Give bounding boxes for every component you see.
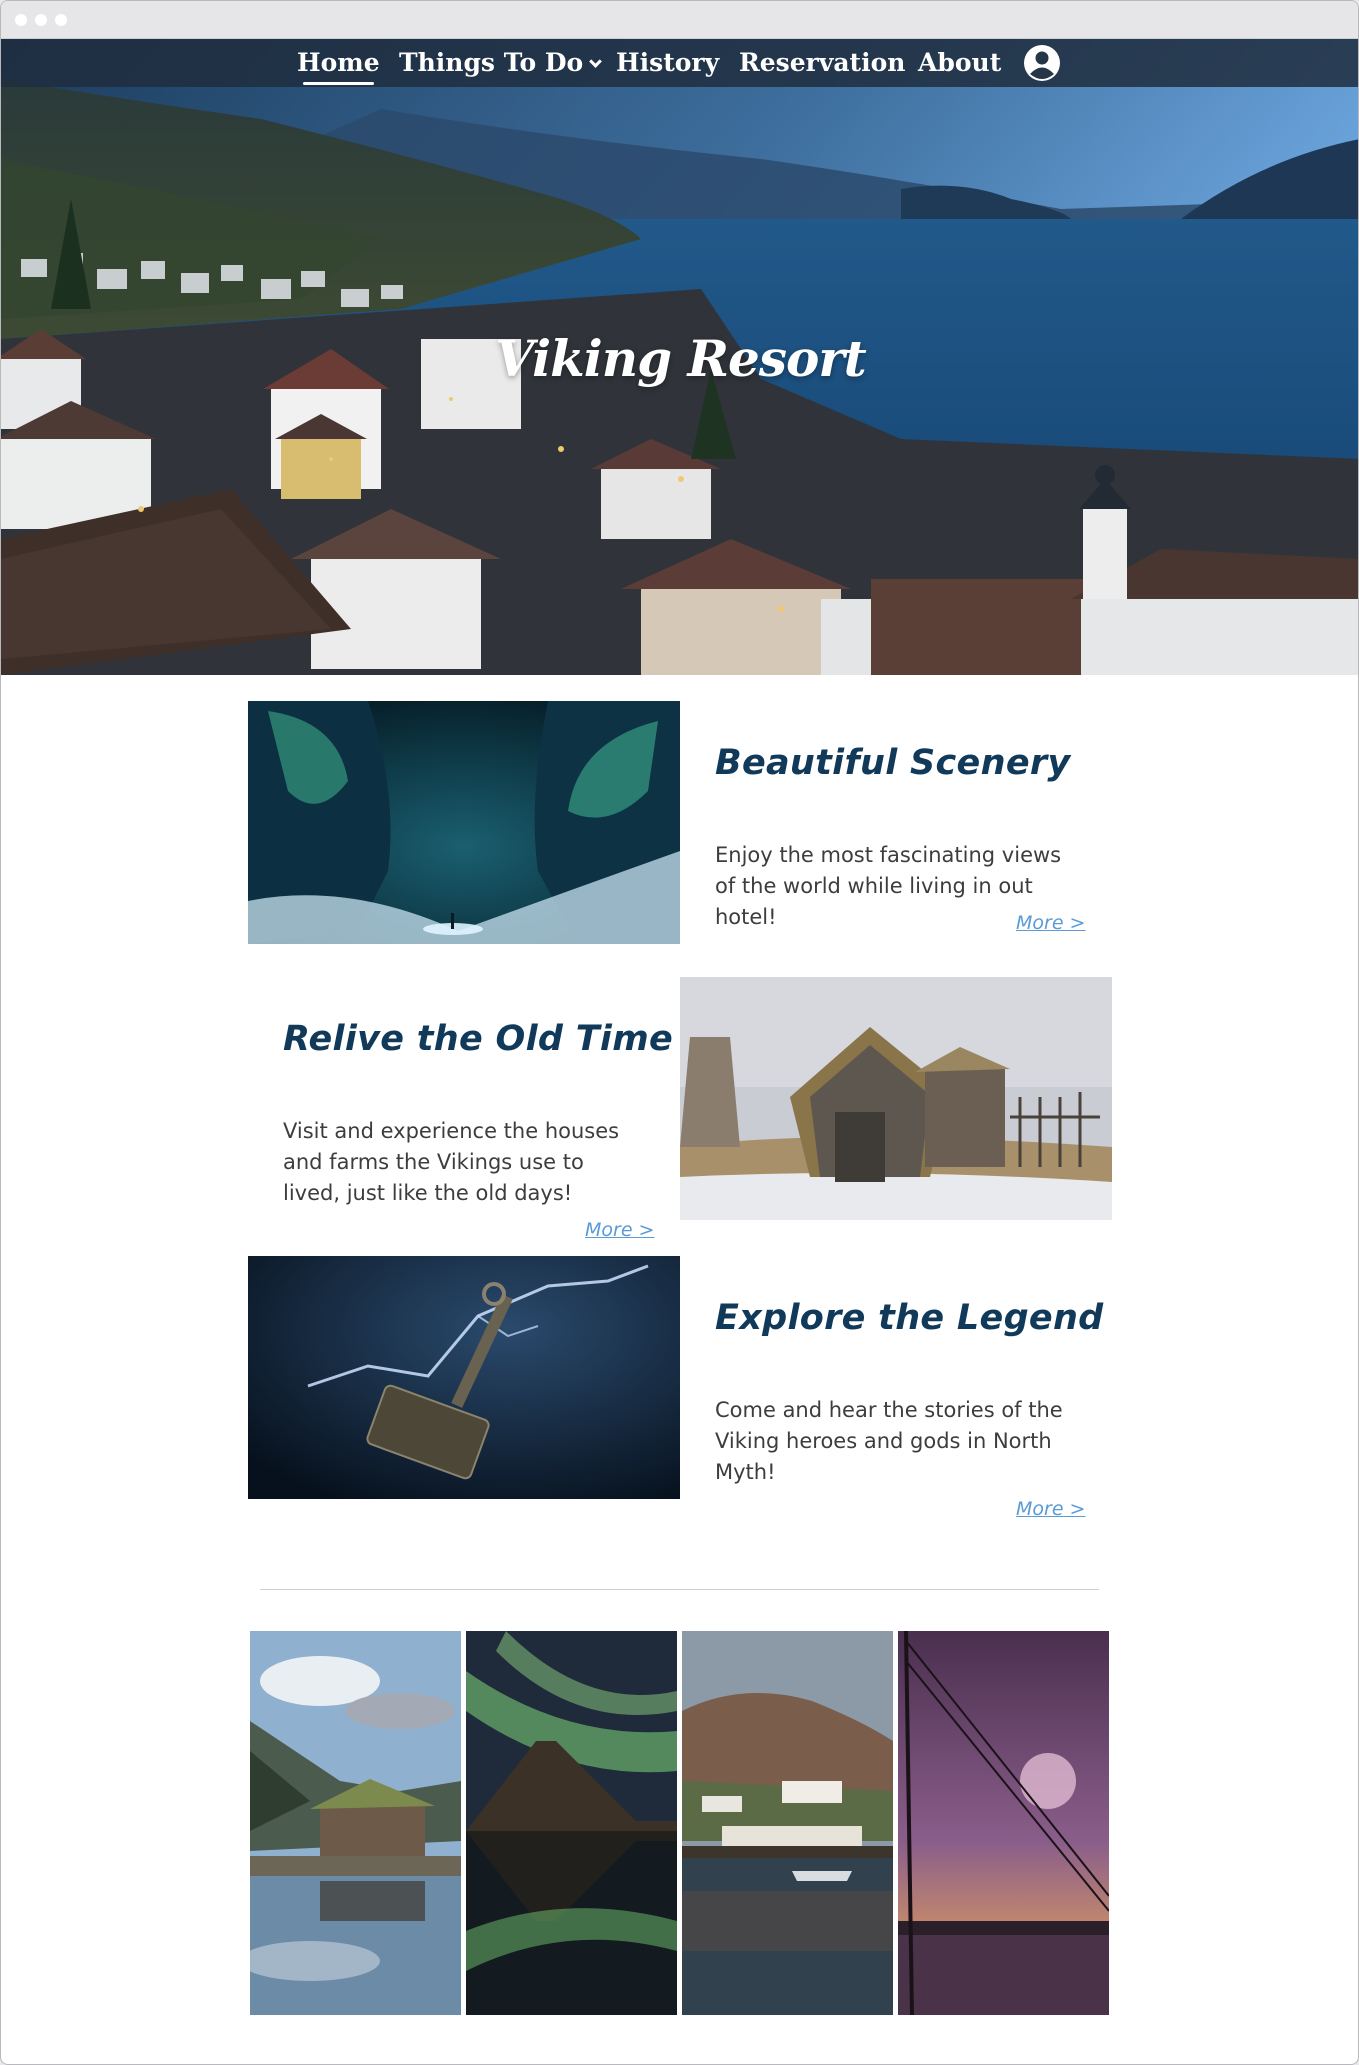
- feature-description: Come and hear the stories of the Viking …: [715, 1398, 1063, 1484]
- nav-item-about[interactable]: About: [918, 47, 1001, 79]
- feature-image-old-time: [680, 977, 1112, 1220]
- nav-item-label: Things To Do: [399, 48, 584, 77]
- window-chrome: [1, 1, 1358, 39]
- feature-more-link[interactable]: More >: [585, 1219, 654, 1241]
- browser-window: Viking Resort Home Things To Do History …: [0, 0, 1359, 2065]
- feature-description: Visit and experience the houses and farm…: [283, 1119, 620, 1205]
- feature-title: Explore the Legend: [715, 1298, 1104, 1338]
- harbor-village-photo: [682, 1631, 893, 2015]
- purple-sunset-mast-photo: [898, 1631, 1109, 2015]
- feature-image-scenery: [248, 701, 680, 944]
- viking-turf-house-photo: [680, 977, 1112, 1220]
- feature-title: Beautiful Scenery: [715, 743, 1071, 783]
- nav-item-things-to-do[interactable]: Things To Do: [399, 47, 603, 79]
- window-minimize-dot[interactable]: [35, 14, 47, 26]
- feature-image-legend: [248, 1256, 680, 1499]
- account-circle-icon[interactable]: [1022, 43, 1062, 83]
- feature-more-link[interactable]: More >: [1016, 912, 1085, 934]
- chevron-down-icon: [589, 55, 603, 68]
- nav-item-history[interactable]: History: [616, 47, 719, 79]
- gallery-image[interactable]: [682, 1631, 893, 2015]
- boathouse-lake-photo: [250, 1631, 461, 2015]
- section-divider: [260, 1589, 1099, 1590]
- main-navigation: Home Things To Do History Reservation Ab…: [1, 39, 1358, 87]
- nav-item-reservation[interactable]: Reservation: [739, 47, 905, 79]
- gallery-image[interactable]: [898, 1631, 1109, 2015]
- ice-cave-photo: [248, 701, 680, 944]
- window-maximize-dot[interactable]: [55, 14, 67, 26]
- hero-banner: Viking Resort: [1, 39, 1358, 675]
- feature-more-link[interactable]: More >: [1016, 1498, 1085, 1520]
- aurora-mountain-photo: [466, 1631, 677, 2015]
- gallery-image[interactable]: [250, 1631, 461, 2015]
- window-close-dot[interactable]: [15, 14, 27, 26]
- gallery-image[interactable]: [466, 1631, 677, 2015]
- hero-title: Viking Resort: [495, 329, 867, 388]
- feature-title: Relive the Old Time: [283, 1019, 674, 1059]
- thor-hammer-photo: [248, 1256, 680, 1499]
- nav-item-home[interactable]: Home: [297, 47, 380, 85]
